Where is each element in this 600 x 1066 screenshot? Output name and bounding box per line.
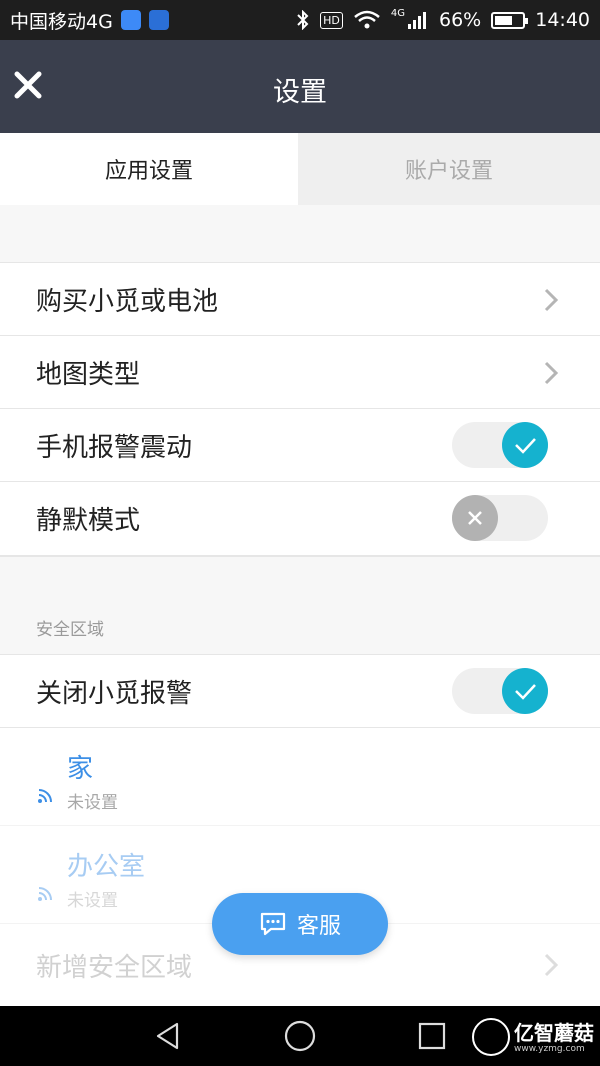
- signal-waves-icon: [38, 789, 52, 803]
- zone-name: 家: [67, 754, 94, 784]
- battery-icon: [491, 11, 529, 29]
- mushroom-logo-icon: [472, 1018, 510, 1056]
- wifi-icon: [354, 10, 380, 29]
- x-icon: [468, 511, 482, 525]
- customer-service-button[interactable]: 客服: [212, 893, 388, 955]
- add-safe-zone-label: 新增安全区域: [36, 952, 193, 983]
- recents-square-icon: [418, 1022, 446, 1050]
- safe-zone-item-home[interactable]: 家 未设置: [0, 727, 600, 825]
- toggle-knob: [452, 495, 498, 541]
- setting-label: 地图类型: [36, 359, 141, 390]
- back-button[interactable]: [138, 1006, 198, 1066]
- toggle-knob: [502, 668, 548, 714]
- battery-percent: 66%: [439, 9, 482, 31]
- setting-row-close-alarm: 关闭小觅报警: [0, 654, 600, 727]
- silent-mode-toggle[interactable]: [452, 495, 548, 541]
- setting-label: 关闭小觅报警: [36, 678, 193, 709]
- bluetooth-icon: [297, 10, 309, 30]
- setting-label: 静默模式: [36, 506, 141, 536]
- check-icon: [515, 684, 536, 700]
- signal-waves-icon: [38, 887, 52, 901]
- battery-fill: [495, 15, 513, 25]
- zone-name: 办公室: [67, 852, 146, 882]
- setting-label: 手机报警震动: [36, 432, 193, 463]
- watermark: 亿智蘑菇 www.yzmg.com: [472, 1016, 600, 1058]
- setting-row-vibration: 手机报警震动: [0, 408, 600, 481]
- chat-bubble-icon: [260, 912, 286, 936]
- recents-button[interactable]: [402, 1006, 462, 1066]
- home-circle-icon: [284, 1020, 316, 1052]
- safe-zone-section-header: 安全区域: [0, 556, 600, 654]
- chevron-right-icon: [544, 361, 559, 385]
- watermark-url: www.yzmg.com: [514, 1044, 585, 1054]
- zone-status: 未设置: [67, 891, 118, 911]
- spacer: [0, 205, 600, 262]
- zone-status: 未设置: [67, 793, 118, 813]
- notification-app-icon: [120, 10, 141, 30]
- vibration-toggle[interactable]: [452, 422, 548, 468]
- back-triangle-icon: [156, 1022, 179, 1050]
- setting-row-buy[interactable]: 购买小觅或电池: [0, 262, 600, 335]
- watermark-name: 亿智蘑菇: [514, 1021, 594, 1045]
- home-button[interactable]: [270, 1006, 330, 1066]
- chevron-right-icon: [544, 953, 559, 977]
- close-alarm-toggle[interactable]: [452, 668, 548, 714]
- page-title: 设置: [273, 77, 327, 108]
- setting-row-map-type[interactable]: 地图类型: [0, 335, 600, 408]
- app-header: 设置: [0, 40, 600, 133]
- setting-row-silent: 静默模式: [0, 481, 600, 556]
- settings-tabs: 应用设置 账户设置: [0, 133, 600, 205]
- signal-icon: [408, 12, 426, 29]
- status-bar: 中国移动4G HD 4G 66% 14:40: [0, 0, 600, 40]
- chevron-right-icon: [544, 288, 559, 312]
- check-icon: [515, 438, 536, 454]
- gallery-notification-icon: [148, 10, 169, 30]
- hd-badge: HD: [320, 11, 343, 29]
- tab-app-settings[interactable]: 应用设置: [0, 133, 298, 205]
- toggle-knob: [502, 422, 548, 468]
- network-type: 4G: [390, 7, 405, 19]
- tab-account-settings[interactable]: 账户设置: [298, 133, 600, 205]
- customer-service-label: 客服: [296, 914, 341, 939]
- carrier-label: 中国移动4G: [10, 10, 113, 33]
- section-title: 安全区域: [36, 620, 104, 640]
- clock: 14:40: [535, 9, 590, 31]
- setting-label: 购买小觅或电池: [36, 286, 219, 317]
